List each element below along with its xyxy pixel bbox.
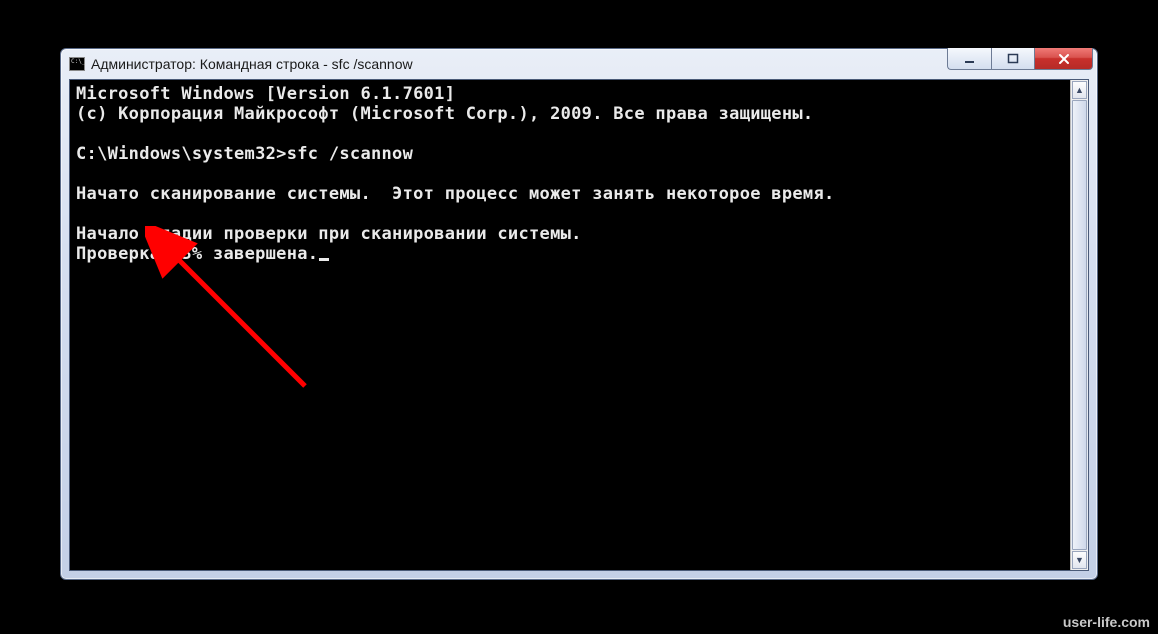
console-line: Microsoft Windows [Version 6.1.7601] <box>76 84 455 104</box>
vertical-scrollbar[interactable]: ▲ ▼ <box>1070 80 1088 570</box>
console-line: Начало стадии проверки при сканировании … <box>76 224 582 244</box>
client-area: Microsoft Windows [Version 6.1.7601] (c)… <box>69 79 1089 571</box>
progress-text: Проверка <box>76 244 171 264</box>
cursor <box>319 258 329 261</box>
blank-line <box>76 164 1064 184</box>
scroll-up-button[interactable]: ▲ <box>1072 81 1087 99</box>
close-button[interactable] <box>1035 48 1093 70</box>
console-line: Начато сканирование системы. Этот процес… <box>76 184 835 204</box>
window-controls <box>947 48 1093 70</box>
minimize-button[interactable] <box>947 48 991 70</box>
titlebar[interactable]: Администратор: Командная строка - sfc /s… <box>61 49 1097 79</box>
cmd-icon <box>69 57 85 71</box>
scroll-down-button[interactable]: ▼ <box>1072 551 1087 569</box>
progress-percent: 13 <box>171 244 192 264</box>
maximize-button[interactable] <box>991 48 1035 70</box>
window-title: Администратор: Командная строка - sfc /s… <box>91 56 941 72</box>
console-output[interactable]: Microsoft Windows [Version 6.1.7601] (c)… <box>70 80 1070 570</box>
scroll-thumb[interactable] <box>1072 100 1087 550</box>
command-text: sfc /scannow <box>287 144 413 164</box>
scroll-track[interactable] <box>1071 100 1088 550</box>
blank-line <box>76 204 1064 224</box>
progress-text: % завершена. <box>192 244 318 264</box>
command-prompt-window: Администратор: Командная строка - sfc /s… <box>60 48 1098 580</box>
blank-line <box>76 124 1064 144</box>
watermark-text: user-life.com <box>1063 614 1150 630</box>
console-line: (c) Корпорация Майкрософт (Microsoft Cor… <box>76 104 813 124</box>
prompt: C:\Windows\system32> <box>76 144 287 164</box>
